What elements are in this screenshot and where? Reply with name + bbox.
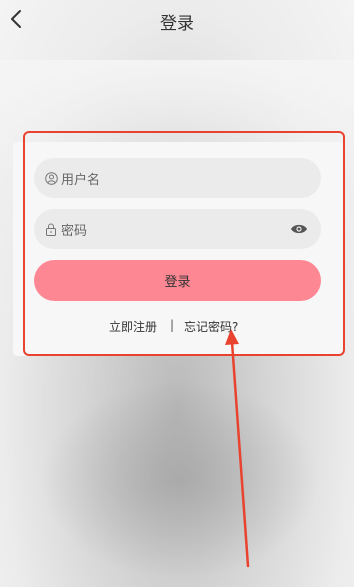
link-separator: | [170, 318, 175, 332]
username-field[interactable]: 用户名 [34, 158, 321, 198]
user-icon [44, 171, 58, 185]
password-placeholder: 密码 [61, 223, 88, 239]
password-field[interactable]: 密码 [34, 209, 321, 249]
forgot-password-link[interactable]: 忘记密码? [184, 318, 238, 335]
eye-icon [291, 224, 307, 234]
background-blur [40, 380, 320, 580]
username-placeholder: 用户名 [61, 172, 101, 188]
password-visibility-toggle[interactable] [289, 220, 309, 238]
login-button[interactable]: 登录 [34, 260, 321, 301]
lock-icon [44, 222, 58, 236]
page-title: 登录 [160, 14, 194, 34]
links-row: 立即注册 | 忘记密码? [0, 318, 354, 336]
register-link[interactable]: 立即注册 [109, 318, 157, 335]
nav-bar: 登录 [0, 0, 354, 38]
